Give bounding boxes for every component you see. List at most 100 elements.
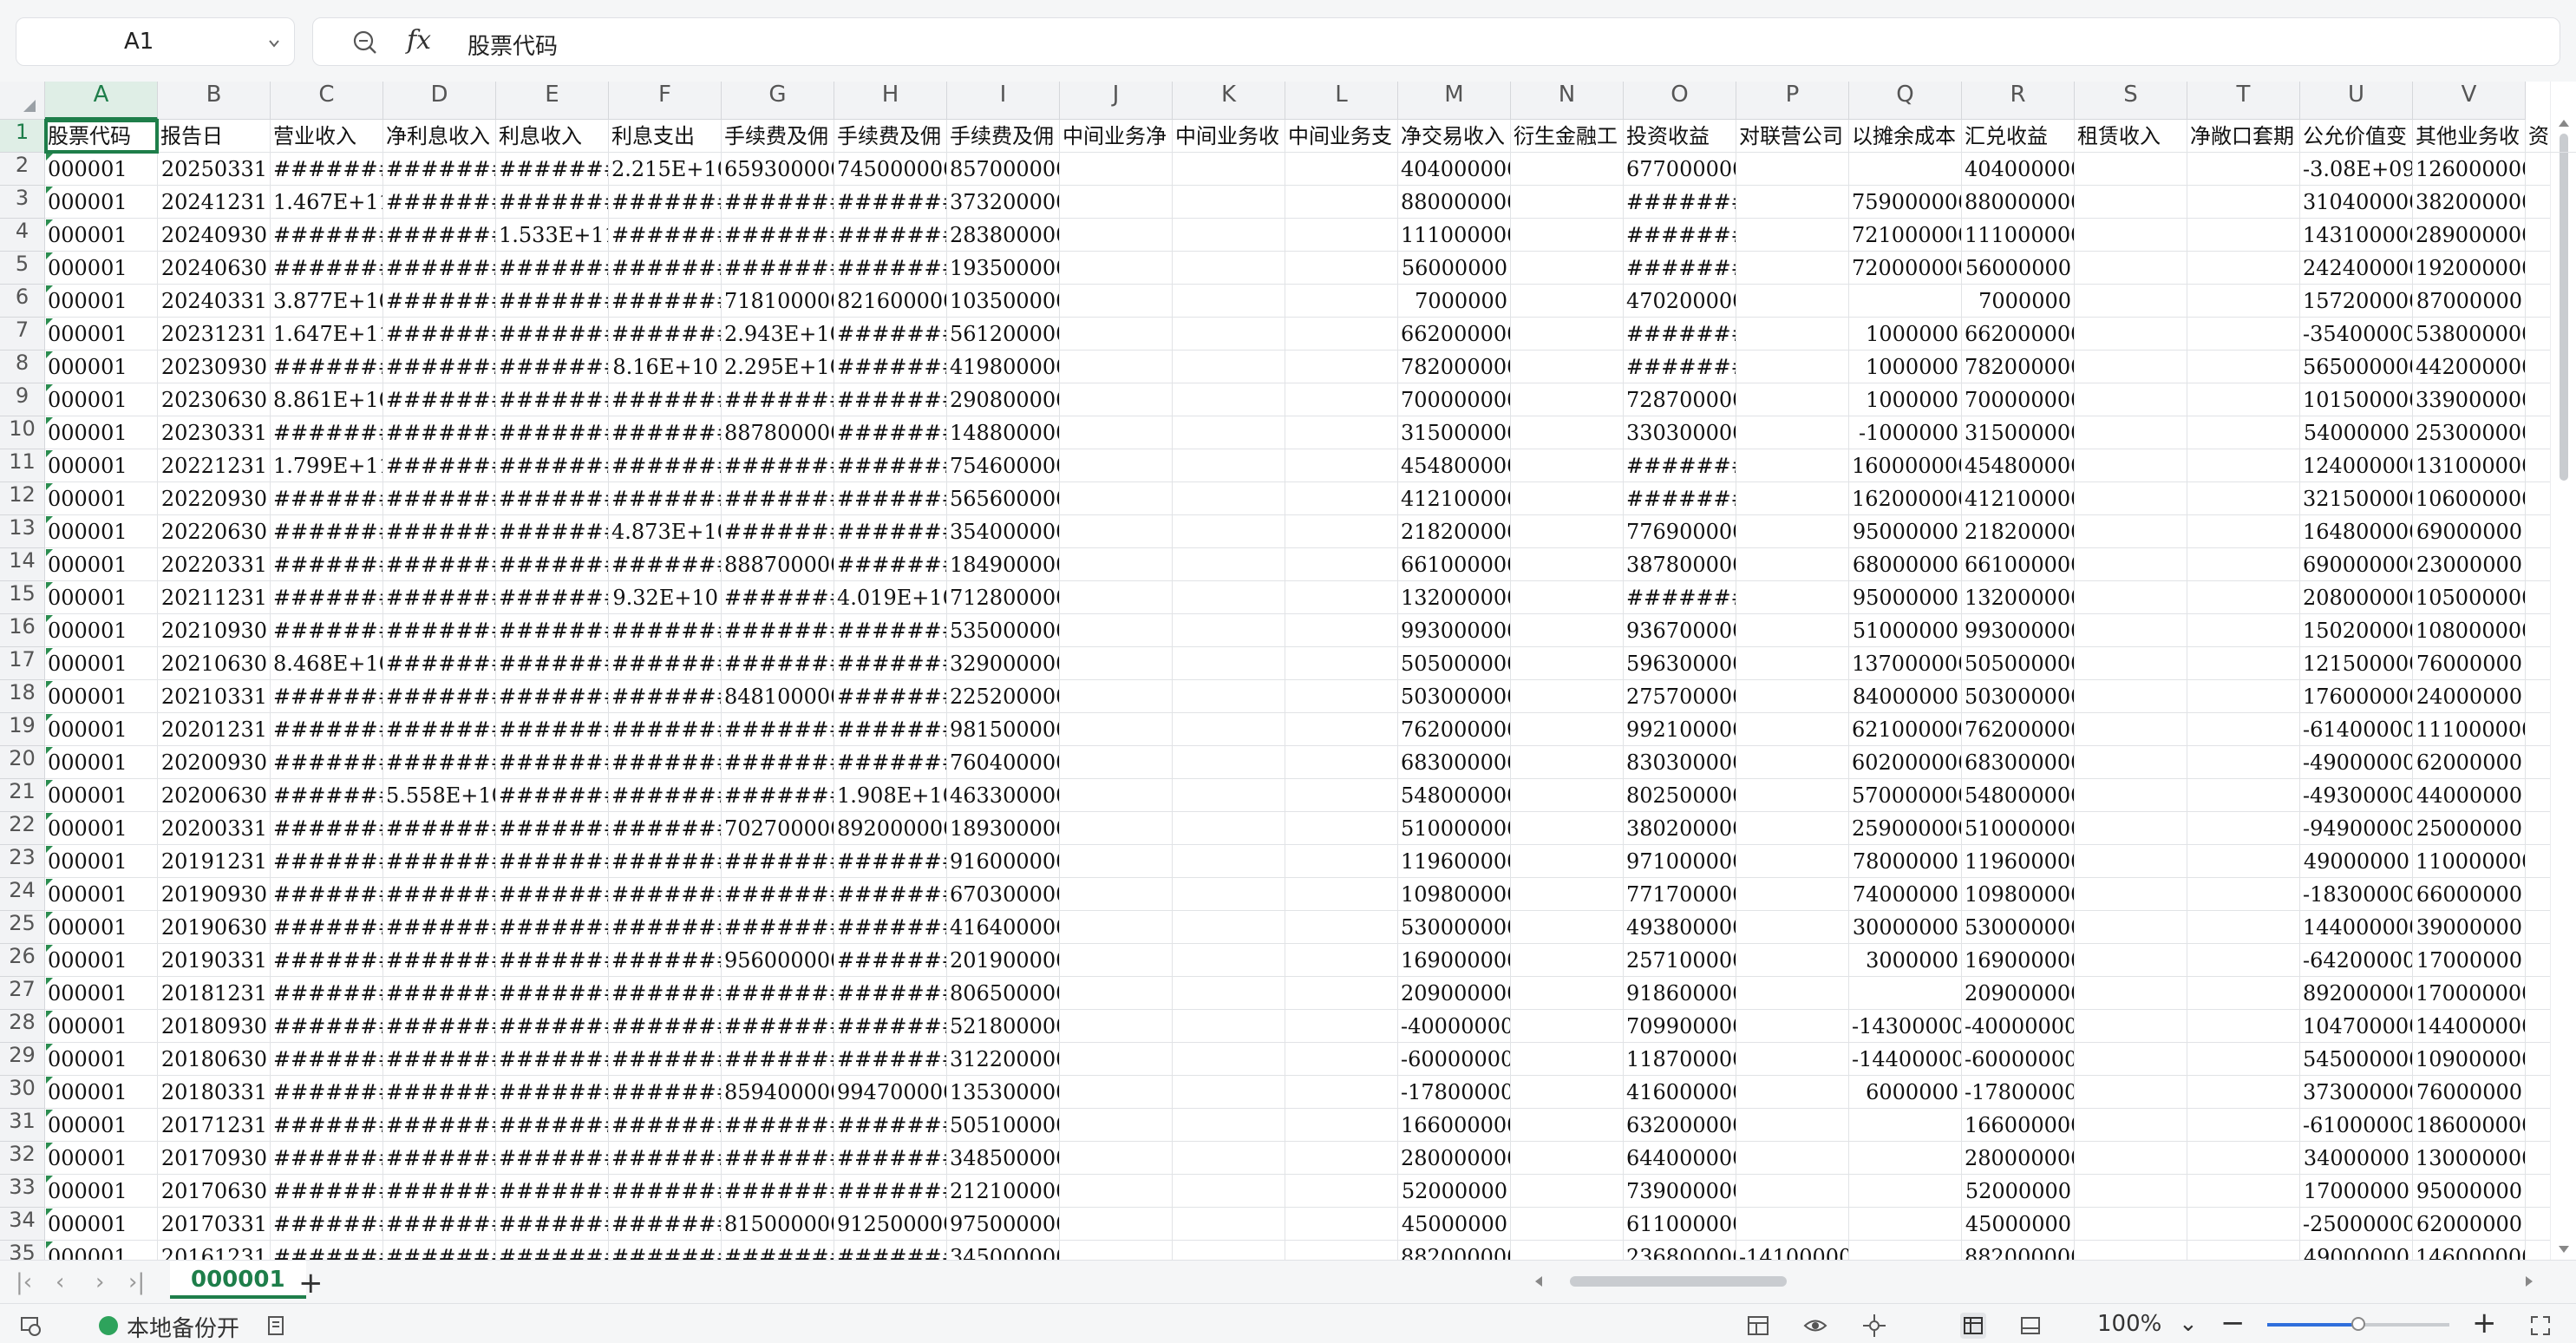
table-cell[interactable] xyxy=(1060,219,1173,252)
table-cell[interactable]: 8887000000 xyxy=(722,548,834,581)
column-header-n[interactable]: N xyxy=(1511,82,1624,120)
table-cell[interactable]: 24000000 xyxy=(2413,680,2526,713)
table-cell[interactable]: 4702000000 xyxy=(1624,285,1736,318)
table-cell[interactable]: ####### xyxy=(1624,252,1736,285)
table-cell[interactable]: 2182000000 xyxy=(1962,515,2075,548)
table-cell[interactable]: ####### xyxy=(834,383,947,416)
table-cell[interactable]: 1893000000 xyxy=(947,812,1060,845)
table-cell[interactable] xyxy=(1511,153,1624,186)
header-cell[interactable]: 对联营公司 xyxy=(1736,120,1849,153)
table-cell[interactable]: 1935000000 xyxy=(947,252,1060,285)
table-cell[interactable]: ####### xyxy=(383,416,496,449)
table-cell[interactable]: ####### xyxy=(383,581,496,614)
table-cell[interactable] xyxy=(1173,318,1285,350)
table-cell[interactable] xyxy=(2075,1043,2187,1076)
table-cell[interactable] xyxy=(1511,845,1624,878)
table-cell[interactable]: 7546000000 xyxy=(947,449,1060,482)
table-cell[interactable]: ####### xyxy=(834,1010,947,1043)
table-cell[interactable]: ####### xyxy=(722,1175,834,1208)
table-cell[interactable]: 289000000 xyxy=(2413,219,2526,252)
table-cell[interactable] xyxy=(1060,911,1173,944)
table-cell[interactable]: ####### xyxy=(383,482,496,515)
zoom-dropdown-icon[interactable]: ⌄ xyxy=(2179,1311,2198,1337)
table-cell[interactable] xyxy=(1060,1142,1173,1175)
table-cell[interactable]: 000001 xyxy=(45,614,158,647)
table-cell[interactable] xyxy=(1736,1175,1849,1208)
table-cell[interactable]: 20170630 xyxy=(158,1175,271,1208)
table-cell[interactable]: ####### xyxy=(834,647,947,680)
table-cell[interactable]: 000001 xyxy=(45,647,158,680)
table-cell[interactable]: 9710000000 xyxy=(1624,845,1736,878)
table-cell[interactable]: ####### xyxy=(609,1208,722,1241)
header-cell[interactable]: 净敞口套期 xyxy=(2187,120,2300,153)
table-cell[interactable]: -178000000 xyxy=(1398,1076,1511,1109)
table-cell[interactable] xyxy=(1285,252,1398,285)
table-cell[interactable]: 45000000 xyxy=(1962,1208,2075,1241)
table-cell[interactable]: 621000000 xyxy=(1849,713,1962,746)
table-cell[interactable]: ####### xyxy=(383,680,496,713)
header-cell[interactable]: 汇兑收益 xyxy=(1962,120,2075,153)
table-cell[interactable] xyxy=(2187,153,2300,186)
table-cell[interactable] xyxy=(1285,515,1398,548)
table-cell[interactable] xyxy=(1173,680,1285,713)
table-cell[interactable]: 1648000000 xyxy=(2300,515,2413,548)
table-cell[interactable] xyxy=(1511,647,1624,680)
table-cell[interactable]: 1000000 xyxy=(1849,383,1962,416)
table-cell[interactable] xyxy=(1849,285,1962,318)
table-cell[interactable]: ####### xyxy=(609,680,722,713)
table-cell[interactable] xyxy=(1736,252,1849,285)
table-cell[interactable]: ####### xyxy=(496,977,609,1010)
table-cell[interactable]: ####### xyxy=(609,647,722,680)
table-cell[interactable]: 662000000 xyxy=(1398,318,1511,350)
table-cell[interactable] xyxy=(1173,449,1285,482)
table-cell[interactable]: ####### xyxy=(1624,482,1736,515)
header-cell[interactable]: 报告日 xyxy=(158,120,271,153)
table-cell[interactable]: ####### xyxy=(271,1109,383,1142)
table-cell[interactable]: 7181000000 xyxy=(722,285,834,318)
table-cell[interactable]: 762000000 xyxy=(1962,713,2075,746)
table-cell[interactable]: -61000000 xyxy=(2300,1109,2413,1142)
row-header-9[interactable]: 9 xyxy=(0,383,45,416)
column-header-d[interactable]: D xyxy=(383,82,496,120)
table-cell[interactable] xyxy=(1285,1175,1398,1208)
table-cell[interactable] xyxy=(1285,779,1398,812)
table-cell[interactable] xyxy=(1285,977,1398,1010)
header-cell[interactable]: 租赁收入 xyxy=(2075,120,2187,153)
table-cell[interactable]: 000001 xyxy=(45,779,158,812)
table-cell[interactable]: ####### xyxy=(383,746,496,779)
table-cell[interactable] xyxy=(1285,614,1398,647)
table-cell[interactable]: 000001 xyxy=(45,1010,158,1043)
table-cell[interactable]: 782000000 xyxy=(1962,350,2075,383)
table-cell[interactable]: 95000000 xyxy=(1849,515,1962,548)
table-cell[interactable]: 20220930 xyxy=(158,482,271,515)
table-cell[interactable] xyxy=(2075,318,2187,350)
table-cell[interactable]: 644000000 xyxy=(1624,1142,1736,1175)
header-cell[interactable]: 净交易收入 xyxy=(1398,120,1511,153)
table-cell[interactable]: 5051000000 xyxy=(947,1109,1060,1142)
table-cell[interactable]: 1320000000 xyxy=(1398,581,1511,614)
table-cell[interactable]: 192000000 xyxy=(2413,252,2526,285)
table-cell[interactable]: ####### xyxy=(609,1076,722,1109)
table-cell[interactable]: 20190331 xyxy=(158,944,271,977)
table-cell[interactable]: ####### xyxy=(834,1241,947,1260)
row-header-17[interactable]: 17 xyxy=(0,647,45,680)
table-cell[interactable]: 76000000 xyxy=(2413,647,2526,680)
table-cell[interactable]: -354000000 xyxy=(2300,318,2413,350)
table-cell[interactable]: 548000000 xyxy=(1962,779,2075,812)
table-cell[interactable]: 1187000000 xyxy=(1624,1043,1736,1076)
table-cell[interactable] xyxy=(1736,845,1849,878)
table-cell[interactable]: ####### xyxy=(271,779,383,812)
table-cell[interactable] xyxy=(1511,515,1624,548)
row-header-2[interactable]: 2 xyxy=(0,153,45,186)
table-cell[interactable]: 146000000 xyxy=(2413,1241,2526,1260)
table-cell[interactable]: -25000000 xyxy=(2300,1208,2413,1241)
table-cell[interactable] xyxy=(1285,186,1398,219)
table-cell[interactable]: 000001 xyxy=(45,252,158,285)
table-cell[interactable]: ####### xyxy=(271,812,383,845)
row-header-10[interactable]: 10 xyxy=(0,416,45,449)
table-cell[interactable]: 9.32E+10 xyxy=(609,581,722,614)
table-cell[interactable]: 530000000 xyxy=(1962,911,2075,944)
header-cell[interactable]: 资 xyxy=(2526,120,2576,153)
table-cell[interactable]: 2080000000 xyxy=(2300,581,2413,614)
row-header-20[interactable]: 20 xyxy=(0,746,45,779)
